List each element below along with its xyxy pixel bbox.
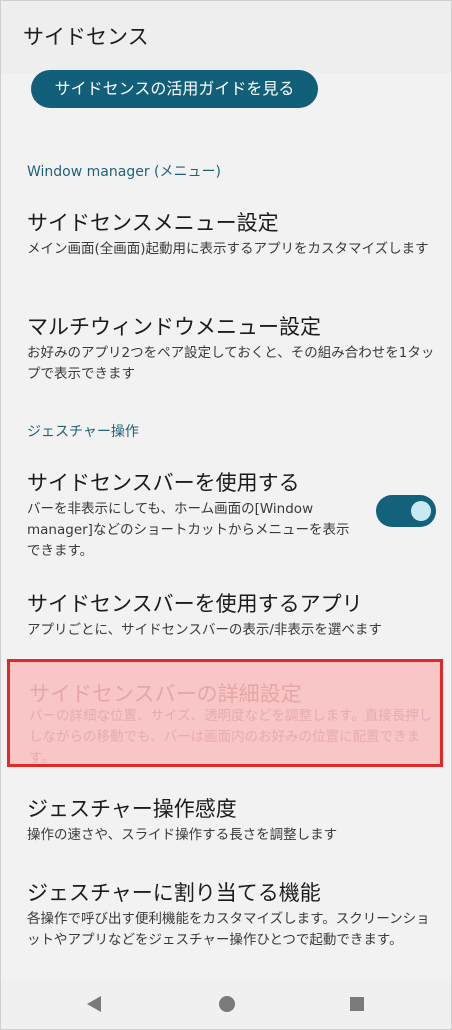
section-header-window-manager: Window manager (メニュー) [27, 164, 221, 180]
item-title: ジェスチャー操作感度 [27, 797, 237, 821]
item-title: マルチウィンドウメニュー設定 [27, 315, 321, 339]
sidesense-menu-setting[interactable]: サイドセンスメニュー設定 メイン画面(全画面)起動用に表示するアプリをカスタマイ… [1, 207, 451, 277]
apps-using-bar-setting[interactable]: サイドセンスバーを使用するアプリ アプリごとに、サイドセンスバーの表示/非表示を… [1, 588, 451, 640]
app-bar: サイドセンス [1, 1, 451, 73]
item-description: 各操作で呼び出す便利機能をカスタマイズします。スクリーンショットやアプリなどをジ… [27, 911, 430, 948]
item-title: ジェスチャーに割り当てる機能 [27, 881, 321, 905]
bar-detail-setting[interactable]: サイドセンスバーの詳細設定 バーの詳細な位置、サイズ、透明度などを調整します。直… [7, 659, 443, 767]
item-title: サイドセンスバーを使用する [27, 471, 300, 495]
item-description: お好みのアプリ2つをペア設定しておくと、その組み合わせを1タップで表示できます [27, 345, 435, 382]
toggle-knob [411, 501, 431, 521]
back-icon[interactable] [87, 996, 101, 1012]
recents-icon[interactable] [350, 997, 364, 1011]
gesture-sensitivity-setting[interactable]: ジェスチャー操作感度 操作の速さや、スライド操作する長さを調整します [1, 793, 451, 845]
item-description: バーの詳細な位置、サイズ、透明度などを調整します。直接長押ししながらの移動でも、… [29, 708, 433, 766]
home-icon[interactable] [219, 996, 235, 1012]
item-description: 操作の速さや、スライド操作する長さを調整します [27, 827, 338, 843]
item-description: メイン画面(全画面)起動用に表示するアプリをカスタマイズします [27, 241, 429, 257]
gesture-functions-setting[interactable]: ジェスチャーに割り当てる機能 各操作で呼び出す便利機能をカスタマイズします。スク… [1, 877, 451, 967]
section-header-gesture: ジェスチャー操作 [27, 424, 139, 440]
multiwindow-menu-setting[interactable]: マルチウィンドウメニュー設定 お好みのアプリ2つをペア設定しておくと、その組み合… [1, 311, 451, 382]
item-description: アプリごとに、サイドセンスバーの表示/非表示を選べます [27, 622, 382, 638]
item-title: サイドセンスバーの詳細設定 [29, 682, 302, 706]
use-sidesense-bar-toggle[interactable] [376, 495, 436, 527]
guide-button[interactable]: サイドセンスの活用ガイドを見る [31, 70, 318, 108]
item-title: サイドセンスバーを使用するアプリ [27, 592, 363, 616]
page-title: サイドセンス [23, 25, 149, 49]
item-description: バーを非表示にしても、ホーム画面の[Window manager]などのショート… [27, 501, 350, 559]
settings-screen: サイドセンス サイドセンスの活用ガイドを見る Window manager (メ… [0, 0, 452, 1030]
navigation-bar [1, 979, 451, 1029]
item-title: サイドセンスメニュー設定 [27, 211, 279, 235]
